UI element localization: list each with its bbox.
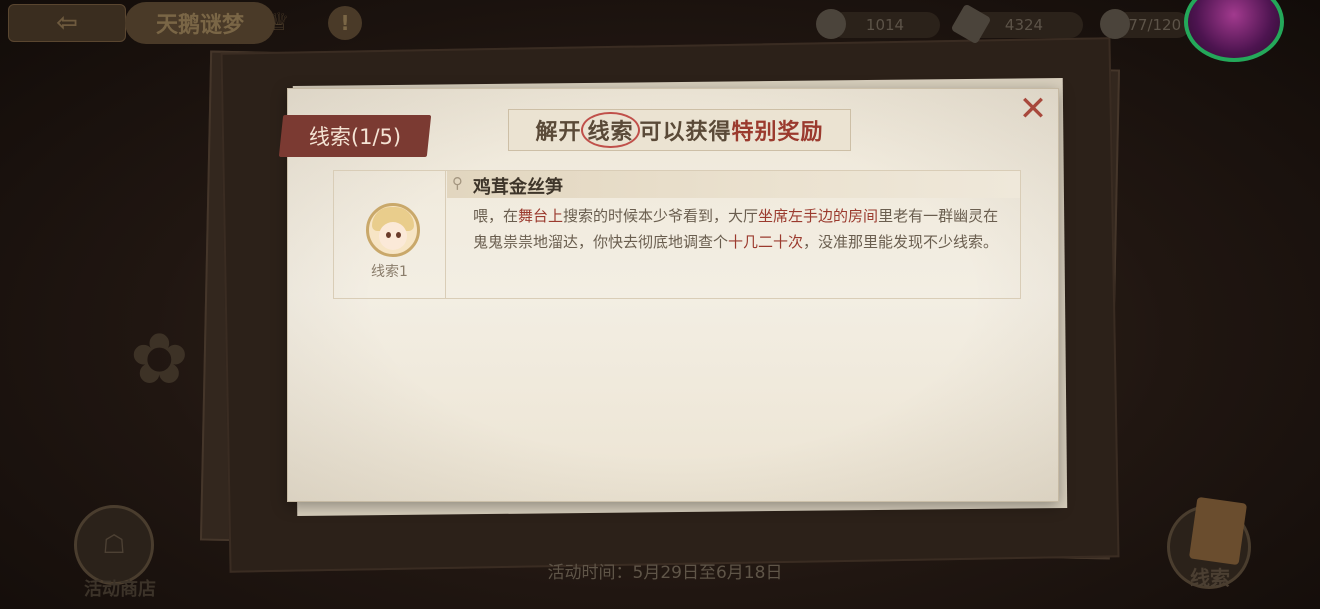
top-bar: ⇦ 天鹅谜梦 ♕ ! 1014 4324 877/120 (0, 0, 1320, 62)
alert-icon[interactable]: ! (328, 6, 362, 40)
back-button[interactable]: ⇦ (8, 4, 126, 42)
back-arrow-icon: ⇦ (56, 8, 78, 38)
clue-body-segment: 喂，在 (473, 207, 519, 225)
stopwatch-icon (816, 9, 846, 39)
clue-body-segment: 搜索的时候本少爷看到，大厅 (563, 207, 759, 225)
banner-text-circled: 线索 (581, 112, 640, 148)
banner-text-part2: 可以获得 (639, 120, 732, 145)
banner-text-part1: 解开 (535, 120, 582, 145)
clue-body-segment: ，没准那里能发现不少线索。 (803, 232, 999, 251)
book-icon (1188, 496, 1248, 566)
avatar-label: 线索1 (371, 264, 408, 280)
clue-body-highlight: 十几二十次 (728, 232, 804, 251)
shop-icon: ☖ (74, 505, 154, 585)
event-shop-label: 活动商店 (84, 579, 156, 600)
close-icon[interactable]: ✕ (1016, 92, 1050, 126)
clue-body-highlight: 坐席左手边的房间 (758, 207, 879, 225)
clue-button[interactable]: 线索 (1165, 496, 1255, 600)
event-title: 天鹅谜梦 (125, 2, 275, 44)
bowl-icon (1100, 9, 1130, 39)
event-shop-button[interactable]: ☖ 活动商店 (70, 505, 160, 600)
clue-title: 鸡茸金丝笋 (473, 177, 563, 198)
flower-decoration-icon: ✿ (130, 318, 189, 400)
character-avatar (366, 203, 420, 257)
event-time: 活动时间：5月29日至6月18日 (547, 563, 783, 583)
resource-stopwatch: 1014 (830, 12, 940, 38)
reward-banner: 解开 线索 可以获得 特别奖励 (508, 109, 851, 151)
banner-text-highlight: 特别奖励 (731, 120, 824, 145)
clue-body-highlight: 舞台上 (518, 207, 564, 225)
crown-icon: ♕ (268, 8, 290, 36)
clue-button-label: 线索 (1190, 566, 1230, 590)
ticket-icon (950, 3, 992, 45)
clue-tab: 线索(1/5) (308, 125, 402, 149)
clue-body: 喂，在舞台上搜索的时候本少爷看到，大厅坐席左手边的房间里老有一群幽灵在鬼鬼祟祟地… (473, 204, 1003, 255)
search-icon: ⚲ (452, 174, 463, 192)
